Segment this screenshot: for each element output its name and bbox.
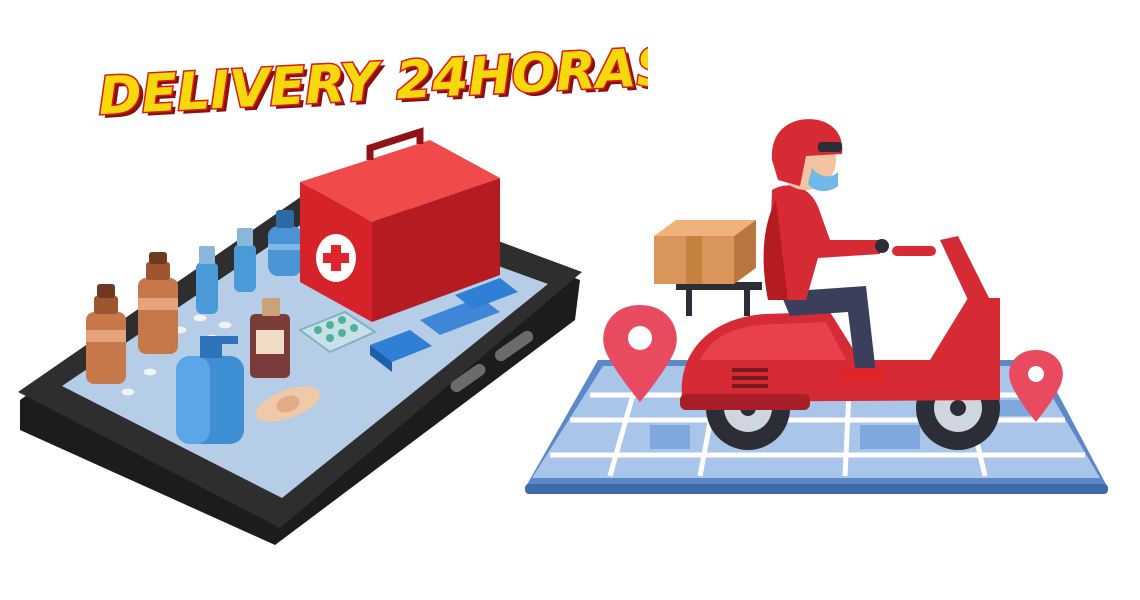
pharmacy-phone-illustration (18, 127, 582, 545)
blue-vial (196, 246, 218, 314)
brown-bottle (86, 284, 126, 384)
scooter-rack (676, 282, 762, 316)
blue-vial (234, 228, 256, 292)
package-icon (654, 220, 756, 284)
map-tablet-base (525, 484, 1108, 494)
brown-bottle (138, 252, 178, 354)
illustration-canvas (18, 119, 1108, 545)
delivery-scooter-illustration (525, 119, 1108, 494)
